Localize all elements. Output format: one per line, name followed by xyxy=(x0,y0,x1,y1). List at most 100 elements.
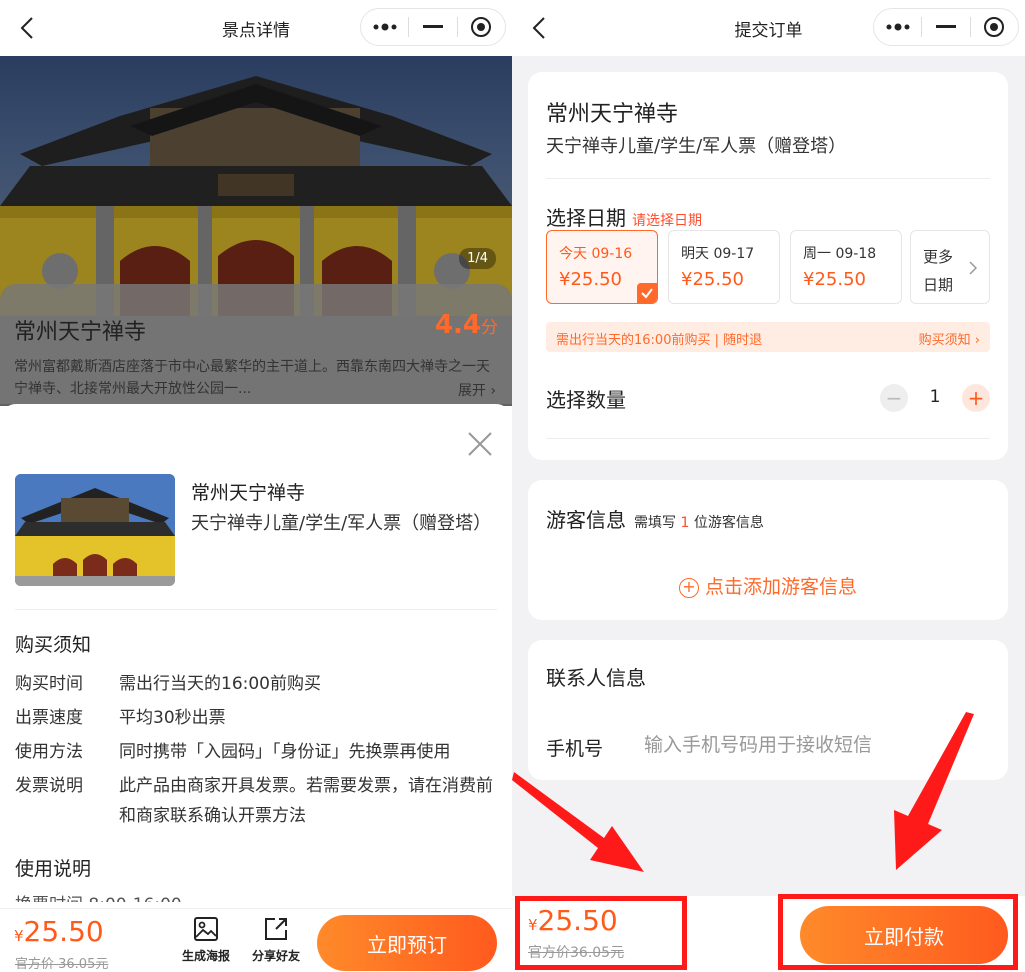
attraction-name: 常州天宁禅寺 xyxy=(14,320,147,345)
notice-value: 需出行当天的16:00前购买 xyxy=(119,674,321,694)
purchase-tip-bar[interactable]: 需出行当天的16:00前购买 | 随时退 购买须知 › xyxy=(546,322,990,352)
poster-label: 生成海报 xyxy=(181,949,230,963)
date-option-today[interactable]: 今天 09-16 ¥25.50 xyxy=(546,230,658,304)
date-hint: 请选择日期 xyxy=(632,213,702,229)
original-price: 官方价 36.05元 xyxy=(15,957,109,972)
more-dates-label: 更多 日期 xyxy=(923,248,954,294)
image-icon xyxy=(194,917,218,941)
close-sheet-button[interactable] xyxy=(466,430,494,458)
nav-bar: 提交订单 xyxy=(512,0,1025,56)
quantity-value: 1 xyxy=(929,387,941,407)
contact-title: 联系人信息 xyxy=(546,666,646,690)
page-title: 景点详情 xyxy=(222,20,290,41)
minimize-button[interactable] xyxy=(922,9,969,45)
plus-circle-icon: + xyxy=(678,578,699,598)
target-icon xyxy=(984,17,1005,37)
close-program-button[interactable] xyxy=(458,9,505,45)
share-label: 分享好友 xyxy=(251,949,300,963)
minimize-button[interactable] xyxy=(409,9,456,45)
product-name: 常州天宁禅寺 xyxy=(191,482,306,504)
visitor-title: 游客信息 xyxy=(546,508,626,532)
usage-title: 使用说明 xyxy=(15,858,92,880)
add-visitor-label: 点击添加游客信息 xyxy=(704,576,857,598)
mini-program-capsule xyxy=(360,8,506,46)
ticket-name: 天宁禅寺儿童/学生/军人票（赠登塔） xyxy=(191,513,492,534)
check-icon xyxy=(637,283,657,303)
mini-program-capsule xyxy=(873,8,1019,46)
price-value: 25.50 xyxy=(23,915,104,948)
date-option-monday[interactable]: 周一 09-18 ¥25.50 xyxy=(790,230,902,304)
notice-row: 购买时间 需出行当天的16:00前购买 xyxy=(15,667,497,701)
more-menu-button[interactable] xyxy=(361,9,408,45)
attraction-info-card: 常州天宁禅寺 4.4分 常州富都戴斯酒店座落于市中心最繁华的主干道上。西靠东南四… xyxy=(0,284,512,404)
quantity-stepper: − 1 + xyxy=(880,382,990,414)
page-title: 提交订单 xyxy=(734,20,803,41)
add-visitor-button[interactable]: + 点击添加游客信息 xyxy=(528,572,1008,599)
usage-row-partial: 换票时间 8:00-16:00 xyxy=(15,890,182,902)
rating-score: 4.4分 xyxy=(435,310,498,340)
arrow-icon xyxy=(894,712,974,870)
book-now-button[interactable]: 立即预订 xyxy=(317,915,497,971)
score-value: 4.4 xyxy=(434,310,481,340)
ticket-bottom-sheet: 常州天宁禅寺 天宁禅寺儿童/学生/军人票（赠登塔） 购买须知 购买时间 需出行当… xyxy=(0,404,512,972)
currency-symbol: ¥ xyxy=(14,927,24,945)
chevron-left-icon xyxy=(20,17,33,39)
visitor-hint: 需填写 1 位游客信息 xyxy=(634,515,764,531)
product-thumbnail xyxy=(15,474,175,586)
notice-row: 出票速度 平均30秒出票 xyxy=(15,701,497,735)
notice-value: 平均30秒出票 xyxy=(119,708,226,728)
date-price: ¥25.50 xyxy=(803,269,866,290)
price: ¥25.50 xyxy=(14,915,104,948)
notice-value: 同时携带「入园码」「身份证」先换票再使用 xyxy=(119,742,451,762)
expand-link[interactable]: 展开 › xyxy=(458,380,496,400)
image-counter: 1/4 xyxy=(459,248,496,269)
date-price: ¥25.50 xyxy=(681,269,744,290)
share-button[interactable]: 分享好友 xyxy=(246,915,306,964)
more-menu-button[interactable] xyxy=(874,9,921,45)
product-summary: 常州天宁禅寺 天宁禅寺儿童/学生/军人票（赠登塔） xyxy=(15,474,497,610)
notice-key: 发票说明 xyxy=(15,776,83,796)
minus-icon xyxy=(935,25,956,28)
date-label: 今天 09-16 xyxy=(559,246,633,262)
temple-thumbnail-illustration xyxy=(15,474,175,586)
notice-title: 购买须知 xyxy=(15,634,92,656)
share-icon xyxy=(265,918,287,940)
date-label: 周一 09-18 xyxy=(803,246,877,262)
order-card: 常州天宁禅寺 天宁禅寺儿童/学生/军人票（赠登塔） 选择日期 请选择日期 今天 0… xyxy=(528,72,1008,460)
date-section-title: 选择日期 请选择日期 xyxy=(546,202,702,231)
visitor-count: 1 xyxy=(680,515,690,531)
ticket-name: 天宁禅寺儿童/学生/军人票（赠登塔） xyxy=(546,136,847,157)
date-option-tomorrow[interactable]: 明天 09-17 ¥25.50 xyxy=(668,230,780,304)
close-program-button[interactable] xyxy=(971,9,1018,45)
pay-button-highlight-box xyxy=(778,894,1018,970)
generate-poster-button[interactable]: 生成海报 xyxy=(176,915,236,964)
decrease-button[interactable]: − xyxy=(880,384,908,412)
attraction-description: 常州富都戴斯酒店座落于市中心最繁华的主干道上。西靠东南四大禅寺之一天宁禅寺、北接… xyxy=(14,359,490,397)
increase-button[interactable]: + xyxy=(962,384,990,412)
date-price: ¥25.50 xyxy=(559,269,622,290)
visitor-section-title: 游客信息 需填写 1 位游客信息 xyxy=(546,504,764,533)
attraction-detail-screen: 景点详情 1/4 常州天宁禅寺 4.4分 常州富都戴斯酒店座落于市中心最繁华的主… xyxy=(0,0,512,972)
purchase-notice-link[interactable]: 购买须知 › xyxy=(919,329,980,348)
date-title: 选择日期 xyxy=(546,206,626,230)
target-icon xyxy=(471,17,492,37)
notice-key: 购买时间 xyxy=(15,674,83,694)
notice-key: 出票速度 xyxy=(15,708,83,728)
visitor-hint-post: 位游客信息 xyxy=(693,515,764,531)
arrow-icon xyxy=(512,772,644,872)
price-highlight-box xyxy=(515,896,687,970)
more-dots-icon xyxy=(886,23,910,31)
chevron-left-icon xyxy=(532,17,545,39)
notice-row: 发票说明 此产品由商家开具发票。若需要发票，请在消费前和商家联系确认开票方法 xyxy=(15,769,497,831)
phone-label: 手机号 xyxy=(546,738,604,760)
more-dots-icon xyxy=(373,23,397,31)
booking-bar: ¥25.50 官方价 36.05元 生成海报 分享好友 立即预订 xyxy=(0,908,512,972)
more-dates-button[interactable]: 更多 日期 xyxy=(910,230,990,304)
date-label: 明天 09-17 xyxy=(681,246,755,262)
notice-row: 使用方法 同时携带「入园码」「身份证」先换票再使用 xyxy=(15,735,497,769)
notice-key: 使用方法 xyxy=(15,742,83,762)
attraction-name: 常州天宁禅寺 xyxy=(546,102,679,127)
back-button[interactable] xyxy=(12,10,42,46)
back-button[interactable] xyxy=(524,10,554,46)
minus-icon xyxy=(422,25,443,28)
